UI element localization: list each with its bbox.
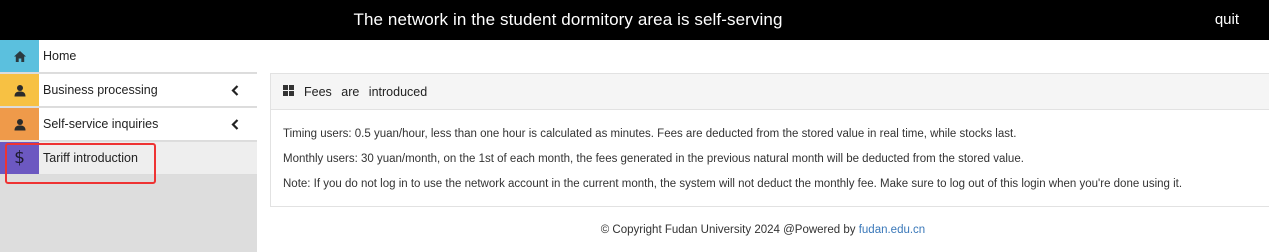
sidebar-item-self-service-inquiries[interactable]: Self-service inquiries (0, 108, 257, 141)
grid-icon (283, 83, 294, 101)
sidebar-item-label: Tariff introduction (43, 151, 138, 165)
dollar-icon: $ (0, 142, 39, 174)
panel-header: Fees are introduced (271, 74, 1269, 110)
panel-body: Timing users: 0.5 yuan/hour, less than o… (271, 110, 1269, 197)
quit-button[interactable]: quit (1215, 0, 1239, 40)
chevron-left-icon (231, 74, 239, 106)
panel-title: Fees are introduced (304, 84, 428, 99)
chevron-left-icon (231, 108, 239, 140)
fee-paragraph: Monthly users: 30 yuan/month, on the 1st… (283, 153, 1024, 165)
fees-panel: Fees are introduced Timing users: 0.5 yu… (270, 73, 1269, 207)
page-title: The network in the student dormitory are… (353, 10, 783, 29)
copyright-text: © Copyright Fudan University 2024 @Power… (600, 224, 859, 236)
sidebar-item-label: Home (43, 49, 77, 63)
sidebar: Home Business processing Self-service in… (0, 40, 257, 252)
sidebar-item-label: Self-service inquiries (43, 117, 159, 131)
sidebar-item-tariff-introduction[interactable]: $ Tariff introduction (0, 142, 257, 175)
fee-paragraph: Note: If you do not log in to use the ne… (283, 178, 1183, 190)
sidebar-item-label: Business processing (43, 83, 158, 97)
footer: © Copyright Fudan University 2024 @Power… (257, 224, 1269, 236)
user-icon (0, 74, 39, 106)
footer-link[interactable]: fudan.edu.cn (859, 224, 926, 236)
home-icon (0, 40, 39, 72)
sidebar-item-home[interactable]: Home (0, 40, 257, 73)
top-header-bar: The network in the student dormitory are… (0, 0, 1269, 40)
fee-paragraph: Timing users: 0.5 yuan/hour, less than o… (283, 128, 1017, 140)
user-icon (0, 108, 39, 140)
sidebar-item-business-processing[interactable]: Business processing (0, 74, 257, 107)
main-content: Fees are introduced Timing users: 0.5 yu… (257, 40, 1269, 252)
